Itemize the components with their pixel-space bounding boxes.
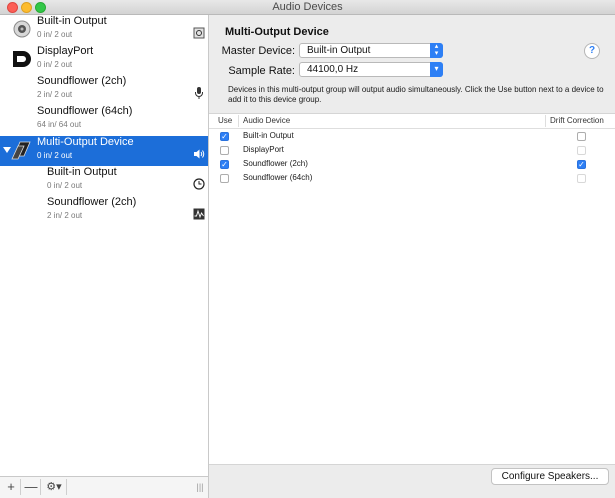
master-device-value: Built-in Output [307,45,371,56]
remove-device-button[interactable]: — [22,479,41,495]
column-divider [238,115,239,127]
column-header-use[interactable]: Use [218,116,232,125]
configure-speakers-button[interactable]: Configure Speakers... [491,468,609,485]
window-title: Audio Devices [272,1,343,13]
sample-rate-popup[interactable]: 44100,0 Hz ▾ [299,62,443,77]
master-device-label: Master Device: [221,45,295,57]
device-name: Built-in Output [47,166,117,178]
table-row: ✓ Soundflower (2ch) ✓ [209,157,615,171]
device-name: Soundflower (2ch) [37,75,127,87]
master-device-popup[interactable]: Built-in Output ▴ ▾ [299,43,443,58]
use-checkbox[interactable] [220,146,229,155]
use-checkbox[interactable] [220,174,229,183]
device-channels: 64 in/ 64 out [37,120,82,129]
device-channels: 0 in/ 2 out [47,181,83,190]
device-detail-panel: Multi-Output Device Master Device: Built… [209,15,615,498]
sidebar-toolbar: + — ⚙︎▾ ||| [0,476,209,498]
column-header-audio-device[interactable]: Audio Device [243,116,290,125]
clock-icon [193,178,205,190]
speaker-icon [11,18,33,40]
sample-rate-value: 44100,0 Hz [307,64,359,75]
finder-icon [193,27,205,39]
multi-output-icon [11,139,33,161]
gear-menu-button[interactable]: ⚙︎▾ [42,479,67,495]
add-device-button[interactable]: + [2,479,21,495]
device-name: Soundflower (64ch) [37,105,133,117]
column-header-drift-correction[interactable]: Drift Correction [550,116,604,125]
subdevice-item-built-in-output[interactable]: Built-in Output 0 in/ 2 out [0,166,208,196]
device-channels: 0 in/ 2 out [37,151,73,160]
device-channels: 0 in/ 2 out [37,60,73,69]
device-channels: 2 in/ 2 out [37,90,73,99]
drift-correction-checkbox[interactable] [577,132,586,141]
device-item-multi-output[interactable]: Multi-Output Device 0 in/ 2 out [0,136,208,166]
device-name: DisplayPort [37,45,94,57]
use-checkbox[interactable]: ✓ [220,132,229,141]
device-name: Multi-Output Device [37,136,134,148]
audio-device-name: Built-in Output [243,131,294,140]
table-row: DisplayPort [209,143,615,157]
updown-chevron-icon: ▴ ▾ [430,43,443,58]
disclosure-triangle-icon[interactable] [3,147,11,153]
volume-icon [193,148,205,160]
resize-handle[interactable]: ||| [196,479,204,495]
device-name: Soundflower (2ch) [47,196,137,208]
device-item-soundflower-2ch[interactable]: Soundflower (2ch) 2 in/ 2 out [0,75,208,105]
device-channels: 2 in/ 2 out [47,211,83,220]
device-table: Use Audio Device Drift Correction ✓ Buil… [209,113,615,465]
microphone-icon [193,87,205,99]
table-row: Soundflower (64ch) [209,171,615,185]
audio-device-name: Soundflower (64ch) [243,173,313,182]
drift-correction-checkbox [577,146,586,155]
audio-device-name: Soundflower (2ch) [243,159,308,168]
displayport-icon [11,48,33,70]
drift-correction-checkbox[interactable]: ✓ [577,160,586,169]
device-list-sidebar: Built-in Output 0 in/ 2 out DisplayPort … [0,15,209,476]
title-bar: Audio Devices [0,0,615,15]
audio-device-name: DisplayPort [243,145,284,154]
table-header: Use Audio Device Drift Correction [209,114,615,129]
waveform-icon [193,208,205,220]
device-heading: Multi-Output Device [225,26,329,38]
column-divider [545,115,546,127]
drift-correction-checkbox [577,174,586,183]
device-item-soundflower-64ch[interactable]: Soundflower (64ch) 64 in/ 64 out [0,105,208,135]
chevron-down-icon: ▾ [430,62,443,77]
help-button[interactable]: ? [584,43,600,59]
subdevice-item-soundflower-2ch[interactable]: Soundflower (2ch) 2 in/ 2 out [0,196,208,226]
device-item-built-in-output[interactable]: Built-in Output 0 in/ 2 out [0,15,208,45]
sample-rate-label: Sample Rate: [228,65,295,77]
device-channels: 0 in/ 2 out [37,30,73,39]
device-item-displayport[interactable]: DisplayPort 0 in/ 2 out [0,45,208,75]
table-row: ✓ Built-in Output [209,129,615,143]
use-checkbox[interactable]: ✓ [220,160,229,169]
audio-devices-window: Audio Devices Built-in Output 0 in/ 2 ou… [0,0,615,498]
group-description: Devices in this multi-output group will … [228,85,604,104]
device-name: Built-in Output [37,15,107,27]
